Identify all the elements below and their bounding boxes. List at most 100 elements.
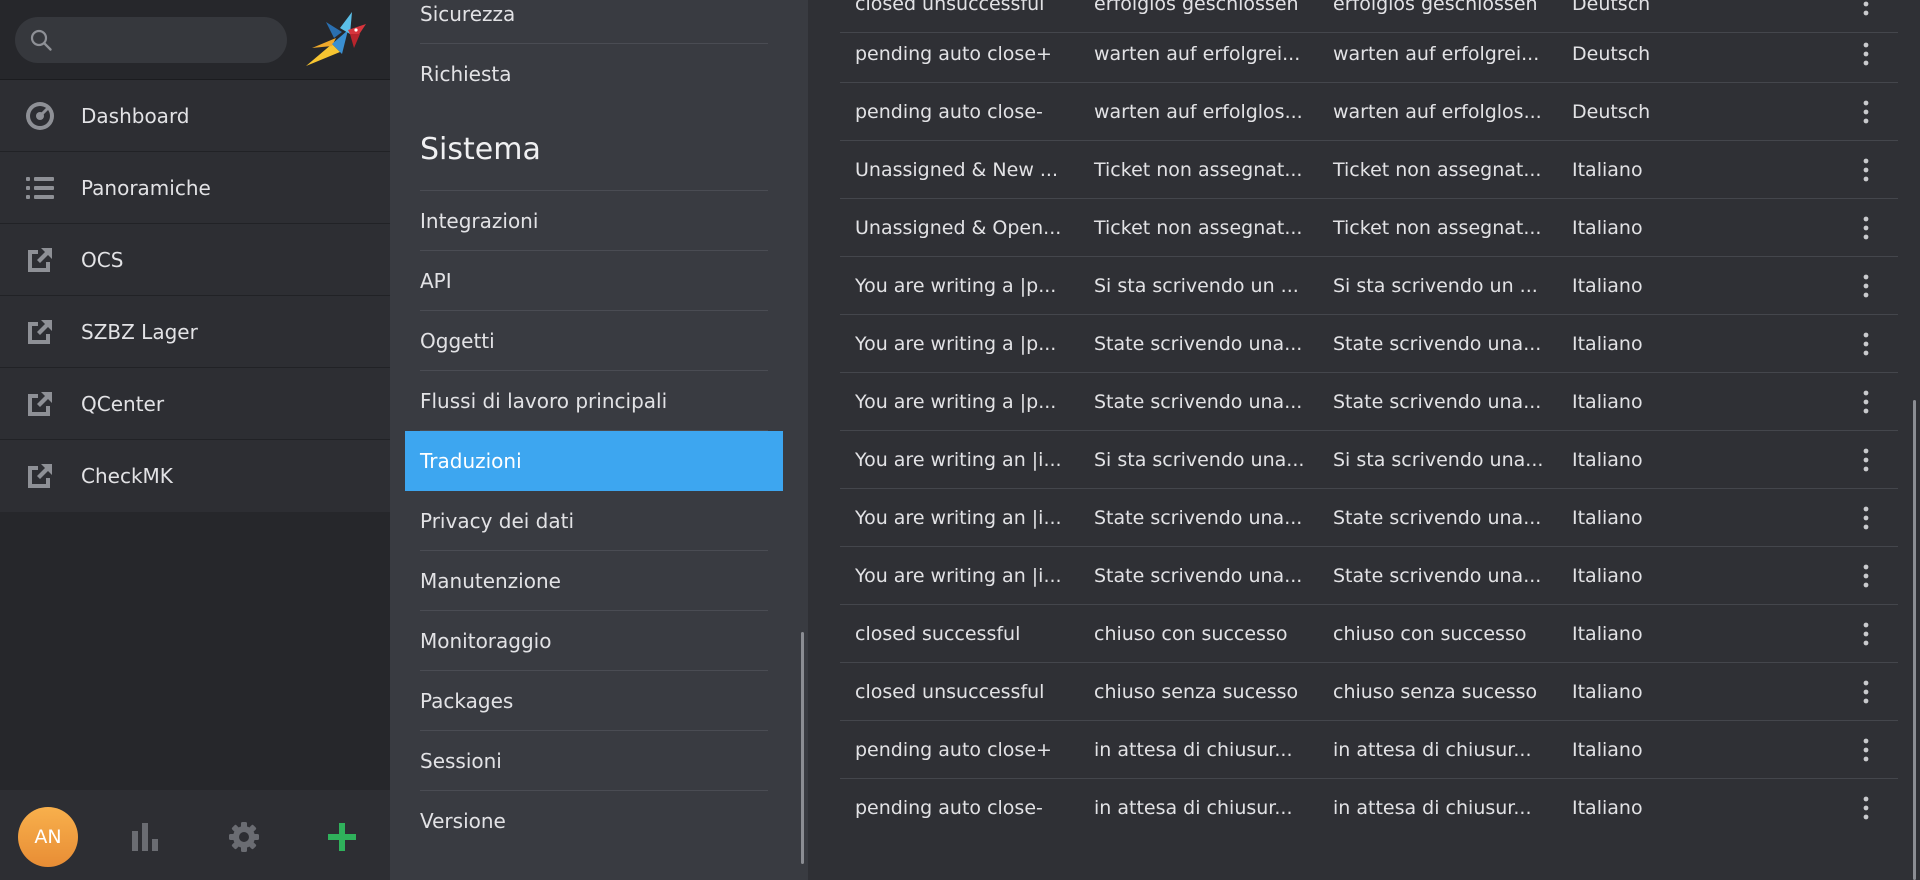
bar-chart-icon <box>132 823 158 851</box>
language-cell: Italiano <box>1572 333 1643 355</box>
table-row[interactable]: Unassigned & New ... Ticket non assegnat… <box>840 141 1898 199</box>
table-row[interactable]: pending auto close- in attesa di chiusur… <box>840 779 1898 837</box>
menu-item-label: Integrazioni <box>420 209 539 233</box>
more-vertical-icon[interactable] <box>1852 388 1880 416</box>
stats-button[interactable] <box>115 807 175 867</box>
source-cell: Unassigned & Open... <box>855 217 1062 239</box>
search-icon <box>30 29 52 51</box>
language-cell: Italiano <box>1572 275 1643 297</box>
table-row[interactable]: You are writing a |p... State scrivendo … <box>840 315 1898 373</box>
more-vertical-icon[interactable] <box>1852 214 1880 242</box>
target-cell: Si sta scrivendo una... <box>1333 449 1544 471</box>
menu-item-integrazioni[interactable]: Integrazioni <box>405 191 783 251</box>
source-cell: You are writing a |p... <box>855 333 1057 355</box>
external-link-icon <box>28 464 52 488</box>
more-vertical-icon[interactable] <box>1852 0 1880 18</box>
menu-item-label: Richiesta <box>420 62 512 86</box>
target-cell: in attesa di chiusur... <box>1333 797 1532 819</box>
menu-item-packages[interactable]: Packages <box>405 671 783 731</box>
source-cell: You are writing an |i... <box>855 565 1062 587</box>
menu-item-sicurezza[interactable]: Sicurezza <box>405 0 783 44</box>
more-vertical-icon[interactable] <box>1852 678 1880 706</box>
menu-item-label: Sicurezza <box>420 2 516 26</box>
table-row[interactable]: closed unsuccessful chiuso senza sucesso… <box>840 663 1898 721</box>
more-vertical-icon[interactable] <box>1852 98 1880 126</box>
language-cell: Deutsch <box>1572 101 1651 123</box>
more-vertical-icon[interactable] <box>1852 504 1880 532</box>
menu-scrollbar[interactable] <box>801 632 804 864</box>
translation-cell: chiuso con successo <box>1094 623 1288 645</box>
translation-cell: State scrivendo una... <box>1094 391 1303 413</box>
language-cell: Italiano <box>1572 797 1643 819</box>
menu-item-richiesta[interactable]: Richiesta <box>405 44 783 104</box>
language-cell: Italiano <box>1572 159 1643 181</box>
table-row[interactable]: pending auto close+ in attesa di chiusur… <box>840 721 1898 779</box>
more-vertical-icon[interactable] <box>1852 272 1880 300</box>
nav-item-szbz-lager[interactable]: SZBZ Lager <box>0 296 390 368</box>
table-row[interactable]: You are writing an |i... State scrivendo… <box>840 489 1898 547</box>
nav-item-checkmk[interactable]: CheckMK <box>0 440 390 512</box>
language-cell: Italiano <box>1572 681 1643 703</box>
menu-item-sessioni[interactable]: Sessioni <box>405 731 783 791</box>
table-row[interactable]: You are writing a |p... State scrivendo … <box>840 373 1898 431</box>
zammad-bird-logo-icon[interactable] <box>302 8 370 70</box>
target-cell: chiuso con successo <box>1333 623 1527 645</box>
external-link-icon <box>28 392 52 416</box>
menu-item-traduzioni[interactable]: Traduzioni <box>405 431 783 491</box>
table-row[interactable]: You are writing a |p... Si sta scrivendo… <box>840 257 1898 315</box>
translation-cell: in attesa di chiusur... <box>1094 739 1293 761</box>
source-cell: pending auto close+ <box>855 43 1052 65</box>
table-row[interactable]: You are writing an |i... Si sta scrivend… <box>840 431 1898 489</box>
source-cell: closed successful <box>855 623 1021 645</box>
more-vertical-icon[interactable] <box>1852 562 1880 590</box>
nav-item-ocs[interactable]: OCS <box>0 224 390 296</box>
more-vertical-icon[interactable] <box>1852 620 1880 648</box>
table-scrollbar[interactable] <box>1913 400 1916 880</box>
main-navigation: Dashboard Panoramiche OCS SZBZ Lager QCe… <box>0 0 390 880</box>
source-cell: pending auto close- <box>855 797 1043 819</box>
external-link-icon <box>28 248 52 272</box>
external-link-icon <box>28 320 52 344</box>
search-input[interactable] <box>63 23 273 57</box>
menu-item-api[interactable]: API <box>405 251 783 311</box>
target-cell: State scrivendo una... <box>1333 333 1542 355</box>
table-row[interactable]: Unassigned & Open... Ticket non assegnat… <box>840 199 1898 257</box>
new-item-button[interactable] <box>312 807 372 867</box>
target-cell: chiuso senza sucesso <box>1333 681 1538 703</box>
search-box[interactable] <box>15 17 287 63</box>
avatar[interactable]: AN <box>18 807 78 867</box>
menu-item-label: Sessioni <box>420 749 502 773</box>
table-row[interactable]: You are writing an |i... State scrivendo… <box>840 547 1898 605</box>
more-vertical-icon[interactable] <box>1852 446 1880 474</box>
menu-item-label: Manutenzione <box>420 569 561 593</box>
table-row[interactable]: pending auto close+ warten auf erfolgrei… <box>840 25 1898 83</box>
settings-menu: Sicurezza Richiesta Sistema Integrazioni… <box>390 0 808 880</box>
translation-cell: warten auf erfolglos... <box>1094 101 1303 123</box>
more-vertical-icon[interactable] <box>1852 794 1880 822</box>
dashboard-gauge-icon <box>26 102 54 130</box>
source-cell: Unassigned & New ... <box>855 159 1059 181</box>
table-row[interactable]: closed successful chiuso con successo ch… <box>840 605 1898 663</box>
menu-item-manutenzione[interactable]: Manutenzione <box>405 551 783 611</box>
table-row[interactable]: pending auto close- warten auf erfolglos… <box>840 83 1898 141</box>
more-vertical-icon[interactable] <box>1852 736 1880 764</box>
nav-item-qcenter[interactable]: QCenter <box>0 368 390 440</box>
menu-item-privacy[interactable]: Privacy dei dati <box>405 491 783 551</box>
nav-item-panoramiche[interactable]: Panoramiche <box>0 152 390 224</box>
more-vertical-icon[interactable] <box>1852 330 1880 358</box>
source-cell: You are writing a |p... <box>855 275 1057 297</box>
source-cell: You are writing an |i... <box>855 507 1062 529</box>
more-vertical-icon[interactable] <box>1852 40 1880 68</box>
more-vertical-icon[interactable] <box>1852 156 1880 184</box>
language-cell: Italiano <box>1572 565 1643 587</box>
menu-item-oggetti[interactable]: Oggetti <box>405 311 783 371</box>
menu-item-flussi-di-lavoro[interactable]: Flussi di lavoro principali <box>405 371 783 431</box>
menu-item-label: Traduzioni <box>420 449 522 473</box>
menu-item-monitoraggio[interactable]: Monitoraggio <box>405 611 783 671</box>
nav-item-dashboard[interactable]: Dashboard <box>0 80 390 152</box>
settings-button[interactable] <box>214 807 274 867</box>
section-title: Sistema <box>420 132 541 167</box>
menu-item-versione[interactable]: Versione <box>405 791 783 851</box>
target-cell: State scrivendo una... <box>1333 391 1542 413</box>
source-cell: closed unsuccessful <box>855 681 1045 703</box>
